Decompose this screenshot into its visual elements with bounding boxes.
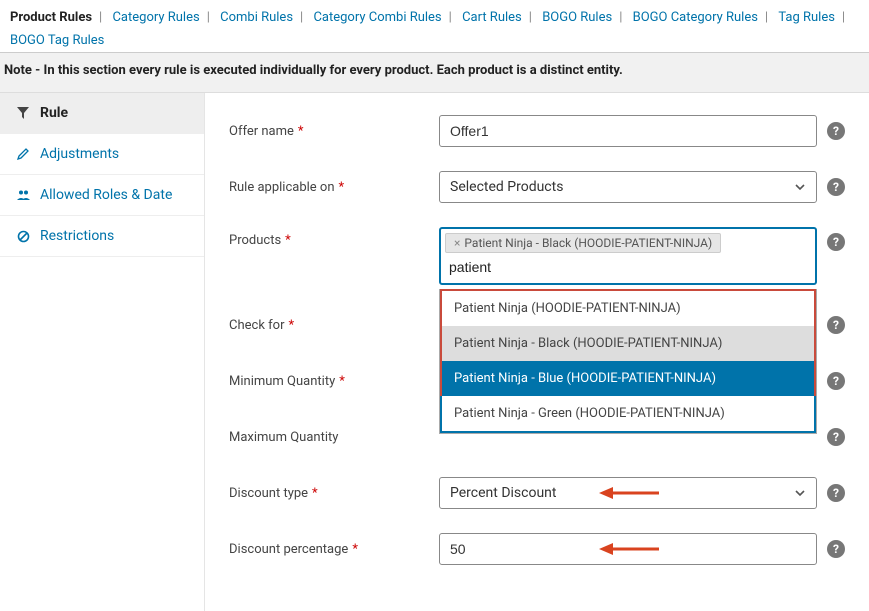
sidebar-item-label: Adjustments [40,146,119,162]
products-dropdown: Patient Ninja (HOODIE-PATIENT-NINJA) Pat… [439,289,817,434]
chevron-down-icon [794,181,806,193]
check-for-label: Check for* [229,318,439,333]
help-icon[interactable]: ? [827,178,845,196]
products-multiselect[interactable]: × Patient Ninja - Black (HOODIE-PATIENT-… [439,227,817,285]
discount-type-value: Percent Discount [450,485,556,501]
sidebar-item-roles-date[interactable]: Allowed Roles & Date [0,175,204,216]
users-icon [16,189,30,201]
product-option[interactable]: Patient Ninja - Green (HOODIE-PATIENT-NI… [442,396,814,431]
products-search-input[interactable] [445,253,811,279]
sidebar-item-label: Rule [40,105,68,121]
product-option[interactable]: Patient Ninja (HOODIE-PATIENT-NINJA) [442,291,814,326]
min-qty-label: Minimum Quantity* [229,374,439,389]
selected-product-tag: × Patient Ninja - Black (HOODIE-PATIENT-… [445,233,721,253]
sidebar-item-restrictions[interactable]: Restrictions [0,216,204,257]
tag-label: Patient Ninja - Black (HOODIE-PATIENT-NI… [464,236,712,250]
sidebar-item-adjustments[interactable]: Adjustments [0,134,204,175]
rule-type-tabs: Product Rules| Category Rules| Combi Rul… [0,0,869,53]
rule-form: Offer name* ? Rule applicable on* Select… [205,93,869,611]
max-qty-label: Maximum Quantity [229,430,439,445]
sidebar-item-label: Allowed Roles & Date [40,187,172,203]
tab-bogo-tag-rules[interactable]: BOGO Tag Rules [4,29,110,52]
help-icon[interactable]: ? [827,233,845,251]
tab-bogo-rules[interactable]: BOGO Rules [536,6,618,29]
tab-tag-rules[interactable]: Tag Rules [772,6,841,29]
tab-category-rules[interactable]: Category Rules [106,6,205,29]
rule-on-select[interactable]: Selected Products [439,171,817,203]
offer-name-label: Offer name* [229,124,439,139]
annotation-arrow-icon [599,486,659,500]
chevron-down-icon [794,487,806,499]
help-icon[interactable]: ? [827,316,845,334]
section-note: Note - In this section every rule is exe… [0,53,869,93]
ban-icon [16,230,30,243]
help-icon[interactable]: ? [827,484,845,502]
remove-tag-icon[interactable]: × [454,236,460,250]
tab-cart-rules[interactable]: Cart Rules [456,6,528,29]
help-icon[interactable]: ? [827,428,845,446]
tab-combi-rules[interactable]: Combi Rules [214,6,299,29]
discount-type-label: Discount type* [229,486,439,501]
tab-bogo-category-rules[interactable]: BOGO Category Rules [627,6,764,29]
rule-on-value: Selected Products [450,179,563,195]
product-option[interactable]: Patient Ninja - Black (HOODIE-PATIENT-NI… [442,326,814,361]
sidebar-item-rule[interactable]: Rule [0,93,204,134]
filter-icon [16,107,30,119]
rule-on-label: Rule applicable on* [229,180,439,195]
sidebar-item-label: Restrictions [40,228,114,244]
products-label: Products* [229,227,439,248]
help-icon[interactable]: ? [827,540,845,558]
annotation-arrow-icon [599,542,659,556]
offer-name-input[interactable] [439,115,817,147]
tab-product-rules[interactable]: Product Rules [4,6,98,29]
sidebar: Rule Adjustments Allowed Roles & Date Re… [0,93,205,611]
tab-category-combi-rules[interactable]: Category Combi Rules [307,6,447,29]
help-icon[interactable]: ? [827,372,845,390]
pencil-icon [16,148,30,160]
discount-pct-label: Discount percentage* [229,542,439,557]
help-icon[interactable]: ? [827,122,845,140]
product-option[interactable]: Patient Ninja - Blue (HOODIE-PATIENT-NIN… [442,361,814,396]
settings-panel: Rule Adjustments Allowed Roles & Date Re… [0,93,869,611]
